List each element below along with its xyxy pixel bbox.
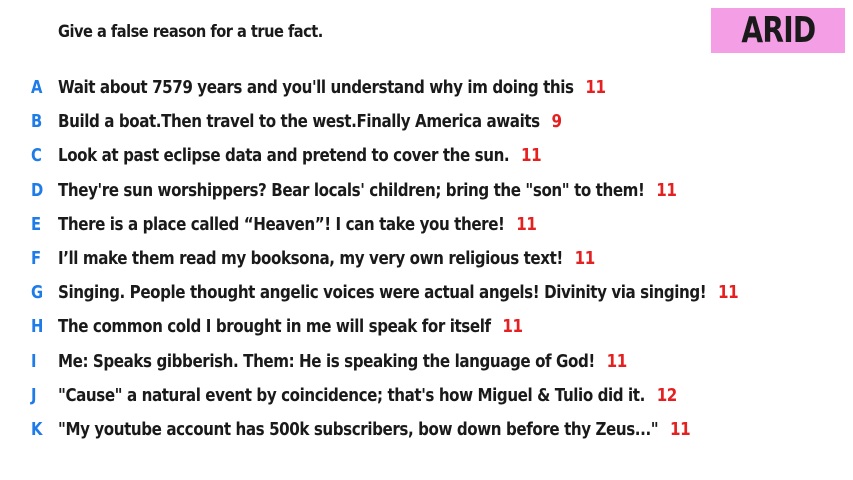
answer-score: 11 <box>656 179 677 201</box>
answer-score: 11 <box>521 145 542 167</box>
answer-row: A Wait about 7579 years and you'll under… <box>0 70 853 104</box>
answer-letter: K <box>31 418 43 440</box>
answer-line: Wait about 7579 years and you'll underst… <box>58 77 606 98</box>
answer-score: 11 <box>718 282 739 304</box>
answer-text: "Cause" a natural event by coincidence; … <box>58 384 645 406</box>
answer-line: "My youtube account has 500k subscribers… <box>58 418 691 440</box>
answer-text: I’ll make them read my booksona, my very… <box>58 247 563 269</box>
answer-score: 12 <box>656 384 678 406</box>
answer-list: A Wait about 7579 years and you'll under… <box>0 70 853 446</box>
answer-row: F I’ll make them read my booksona, my ve… <box>0 241 853 275</box>
answer-letter: J <box>31 384 37 406</box>
contestant-badge: ARID <box>711 8 845 53</box>
answer-score: 11 <box>574 247 596 269</box>
answer-score: 11 <box>502 316 523 338</box>
answer-score: 11 <box>516 213 537 235</box>
answer-line: Me: Speaks gibberish. Them: He is speaki… <box>58 351 627 372</box>
answer-line: They're sun worshippers? Bear locals' ch… <box>58 179 677 201</box>
answer-row: G Singing. People thought angelic voices… <box>0 275 853 309</box>
answer-row: B Build a boat.Then travel to the west.F… <box>0 104 853 138</box>
answer-line: There is a place called “Heaven”! I can … <box>58 213 537 235</box>
answer-text: Look at past eclipse data and pretend to… <box>58 145 510 167</box>
answer-text: "My youtube account has 500k subscribers… <box>58 418 659 440</box>
answer-letter: H <box>31 316 44 338</box>
answer-line: Look at past eclipse data and pretend to… <box>58 145 542 167</box>
answer-text: Build a boat.Then travel to the west.Fin… <box>58 111 540 133</box>
answer-letter: E <box>31 213 42 235</box>
answer-letter: I <box>31 350 37 372</box>
answer-text: Singing. People thought angelic voices w… <box>58 282 707 304</box>
answer-line: I’ll make them read my booksona, my very… <box>58 248 595 269</box>
answer-letter: C <box>31 145 42 167</box>
answer-text: Me: Speaks gibberish. Them: He is speaki… <box>58 350 595 372</box>
answer-row: J "Cause" a natural event by coincidence… <box>0 378 853 412</box>
answer-text: There is a place called “Heaven”! I can … <box>58 213 505 235</box>
answer-row: K "My youtube account has 500k subscribe… <box>0 412 853 446</box>
contestant-name: ARID <box>740 9 816 51</box>
answer-letter: B <box>31 111 43 133</box>
answer-text: They're sun worshippers? Bear locals' ch… <box>58 179 645 201</box>
answer-score: 9 <box>551 111 563 133</box>
answer-letter: D <box>31 179 44 201</box>
prompt-title: Give a false reason for a true fact. <box>58 22 323 42</box>
answer-letter: F <box>31 247 42 269</box>
answer-line: "Cause" a natural event by coincidence; … <box>58 385 677 406</box>
answer-row: E There is a place called “Heaven”! I ca… <box>0 207 853 241</box>
answer-line: The common cold I brought in me will spe… <box>58 316 523 337</box>
answer-row: H The common cold I brought in me will s… <box>0 309 853 343</box>
answer-score: 11 <box>606 350 628 372</box>
answer-row: I Me: Speaks gibberish. Them: He is spea… <box>0 344 853 378</box>
answer-row: D They're sun worshippers? Bear locals' … <box>0 173 853 207</box>
answer-letter: G <box>31 282 44 304</box>
answer-line: Build a boat.Then travel to the west.Fin… <box>58 111 562 132</box>
answer-line: Singing. People thought angelic voices w… <box>58 282 739 304</box>
answer-score: 11 <box>585 77 606 98</box>
answer-score: 11 <box>670 418 691 440</box>
answer-letter: A <box>31 77 43 98</box>
answer-text: The common cold I brought in me will spe… <box>58 316 491 338</box>
answer-text: Wait about 7579 years and you'll underst… <box>58 77 574 98</box>
answer-row: C Look at past eclipse data and pretend … <box>0 138 853 172</box>
